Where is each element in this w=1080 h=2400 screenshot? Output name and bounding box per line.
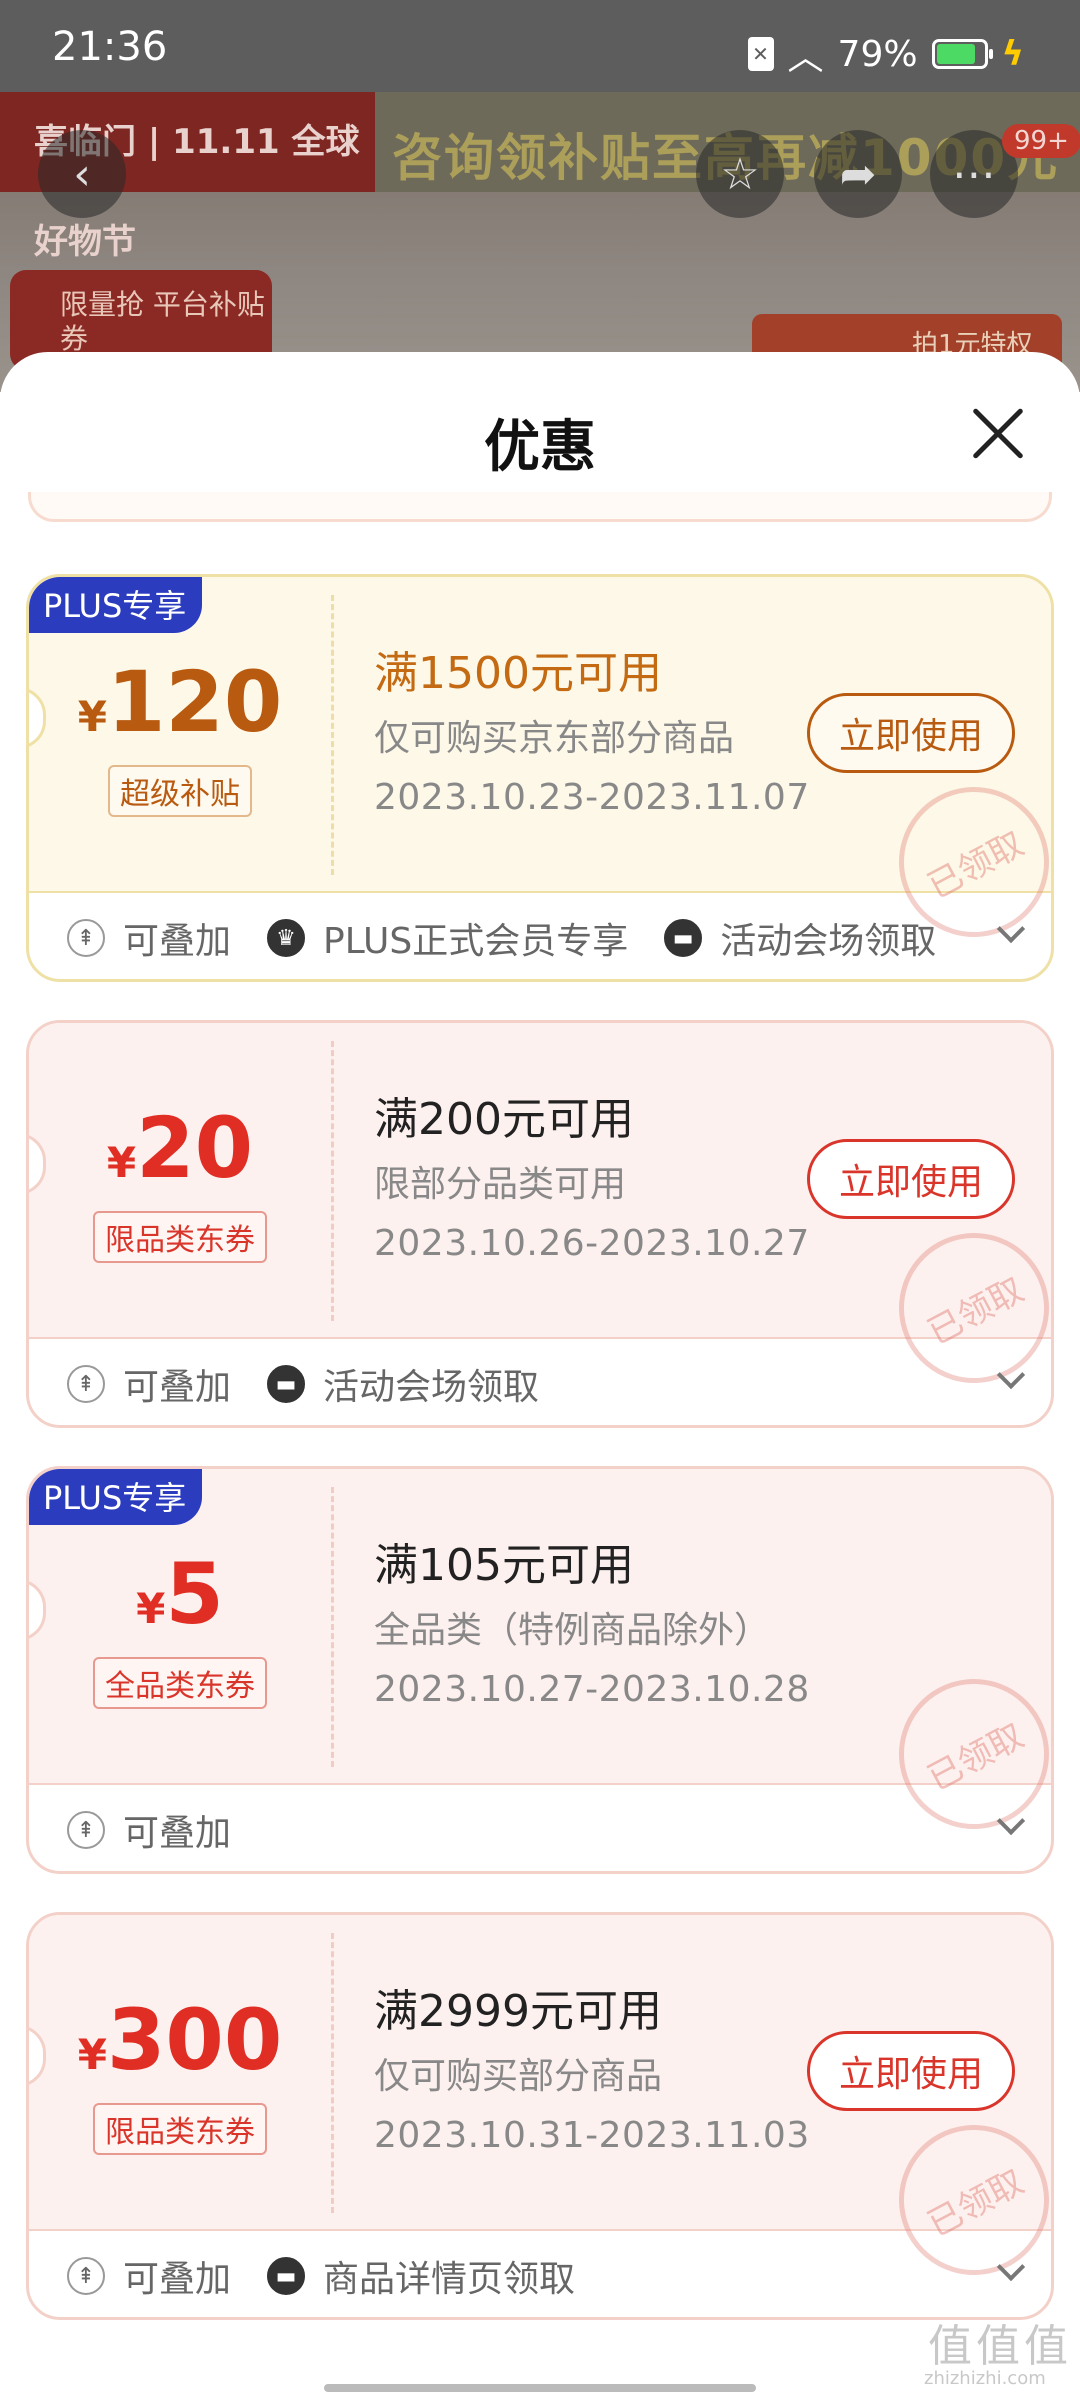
battery-icon (931, 39, 993, 69)
coupon-amount: ¥120 (77, 653, 283, 751)
stackable-icon: ⇞ (67, 1811, 105, 1849)
coupon-amount: ¥20 (106, 1099, 254, 1197)
favorite-button[interactable]: ☆ (696, 130, 784, 218)
stackable-icon: ⇞ (67, 1365, 105, 1403)
coupon-type: 全品类东券 (93, 1657, 267, 1709)
crown-icon: ♛ (267, 919, 306, 957)
coupon-type: 限品类东券 (93, 1211, 267, 1263)
ticket-icon: ▬ (267, 2257, 306, 2295)
chevron-down-icon[interactable] (996, 914, 1026, 944)
feature-label: 活动会场领取 (720, 921, 937, 962)
use-now-button[interactable]: 立即使用 (807, 693, 1015, 773)
coupon-type: 限品类东券 (93, 2103, 267, 2155)
previous-coupon-edge (28, 492, 1052, 522)
feature-label: 可叠加 (123, 921, 232, 962)
coupon-card: ¥20 限品类东券 满200元可用 限部分品类可用 2023.10.26-202… (26, 1020, 1054, 1428)
use-now-button[interactable]: 立即使用 (807, 2031, 1015, 2111)
coupon-scope: 全品类（特例商品除外） (374, 1610, 771, 1651)
coupon-condition: 满2999元可用 (374, 1986, 662, 2037)
coupon-features: ⇞ 可叠加 (29, 1785, 1051, 1871)
coupon-features: ⇞ 可叠加 ▬ 活动会场领取 (29, 1339, 1051, 1425)
plus-tag: PLUS专享 (29, 577, 203, 633)
feature-label: 商品详情页领取 (323, 2259, 576, 2300)
coupon-condition: 满200元可用 (374, 1094, 634, 1145)
feature-label: 可叠加 (123, 1367, 232, 1408)
coupon-condition: 满105元可用 (374, 1540, 634, 1591)
coupon-sheet: 优惠 PLUS专享 ¥120 超级补贴 满1500元可用 仅可购买京东部分商品 … (0, 352, 1080, 2400)
home-indicator[interactable] (324, 2384, 756, 2392)
coupon-dates: 2023.10.26-2023.10.27 (374, 1223, 810, 1264)
sim-icon: ✕ (747, 37, 774, 71)
watermark: 值值值 (928, 2321, 1072, 2372)
feature-label: 活动会场领取 (323, 1367, 540, 1408)
chevron-down-icon[interactable] (996, 1360, 1026, 1390)
feature-label: PLUS正式会员专享 (323, 921, 629, 962)
notification-badge: 99+ (1002, 124, 1080, 158)
coupon-amount: ¥300 (77, 1991, 283, 2089)
coupon-card: ¥300 限品类东券 满2999元可用 仅可购买部分商品 2023.10.31-… (26, 1912, 1054, 2320)
coupon-scope: 限部分品类可用 (374, 1164, 627, 1205)
product-banner: 喜临门 | 11.11 全球好物节 咨询领补贴至高再减1000元 限量抢 平台补… (0, 92, 1080, 392)
coupon-card: PLUS专享 ¥120 超级补贴 满1500元可用 仅可购买京东部分商品 202… (26, 574, 1054, 982)
chevron-down-icon[interactable] (996, 2252, 1026, 2282)
battery-percent: 79% (837, 33, 918, 75)
use-now-button[interactable]: 立即使用 (807, 1139, 1015, 1219)
close-icon[interactable] (968, 404, 1028, 464)
coupon-type: 超级补贴 (108, 765, 252, 817)
sheet-title: 优惠 (484, 415, 596, 480)
plus-tag: PLUS专享 (29, 1469, 203, 1525)
chevron-down-icon[interactable] (996, 1806, 1026, 1836)
back-button[interactable]: ‹ (38, 130, 126, 218)
stackable-icon: ⇞ (67, 2257, 105, 2295)
coupon-condition: 满1500元可用 (374, 648, 662, 699)
coupon-scope: 仅可购买京东部分商品 (374, 718, 735, 759)
charging-icon: ϟ (1001, 34, 1024, 74)
status-time: 21:36 (52, 24, 168, 70)
feature-label: 可叠加 (123, 2259, 232, 2300)
watermark-url: zhizhizhi.com (924, 2368, 1046, 2389)
wifi-icon: ︿ (787, 37, 824, 78)
stackable-icon: ⇞ (67, 919, 105, 957)
coupon-scope: 仅可购买部分商品 (374, 2056, 663, 2097)
coupon-dates: 2023.10.27-2023.10.28 (374, 1669, 810, 1710)
ticket-icon: ▬ (267, 1365, 306, 1403)
coupon-features: ⇞ 可叠加 ♛ PLUS正式会员专享 ▬ 活动会场领取 (29, 893, 1051, 979)
coupon-amount: ¥5 (136, 1545, 224, 1643)
share-button[interactable]: ➦ (814, 130, 902, 218)
feature-label: 可叠加 (123, 1813, 232, 1854)
coupon-card: PLUS专享 ¥5 全品类东券 满105元可用 全品类（特例商品除外） 2023… (26, 1466, 1054, 1874)
ticket-icon: ▬ (664, 919, 703, 957)
coupon-dates: 2023.10.23-2023.11.07 (374, 777, 810, 818)
coupon-dates: 2023.10.31-2023.11.03 (374, 2115, 810, 2156)
coupon-features: ⇞ 可叠加 ▬ 商品详情页领取 (29, 2231, 1051, 2317)
status-bar: 21:36 ✕ ︿ 79% ϟ (0, 0, 1080, 92)
